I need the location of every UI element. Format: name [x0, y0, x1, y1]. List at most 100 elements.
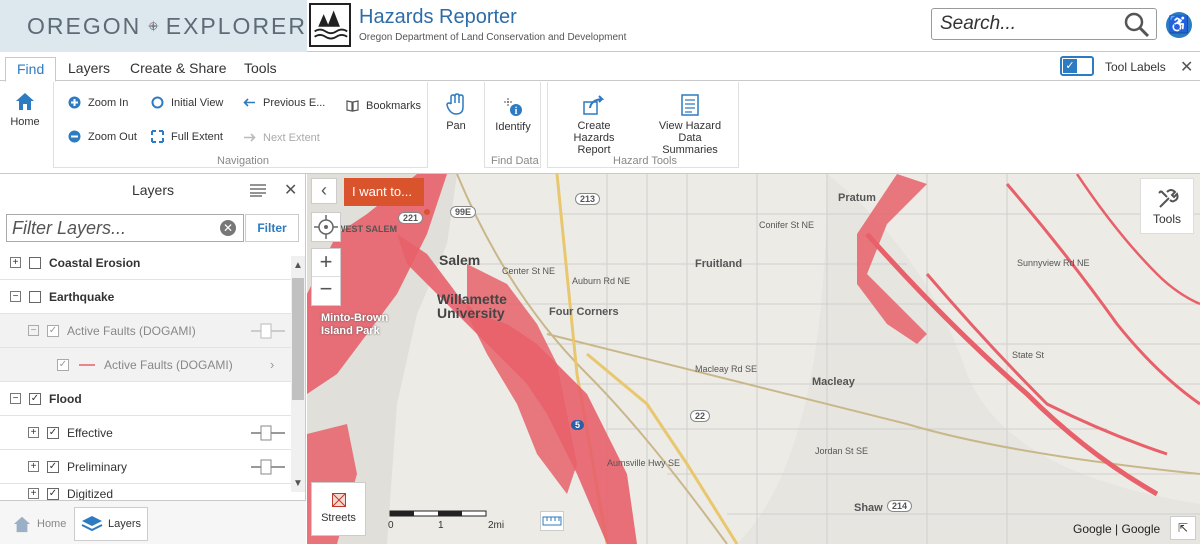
- layer-name: Coastal Erosion: [49, 255, 141, 270]
- share-report-icon: [583, 95, 605, 115]
- layer-checkbox-checked[interactable]: ✓: [47, 488, 59, 500]
- zoom-control: + −: [311, 248, 341, 306]
- logo-text-left: OREGON: [27, 12, 142, 39]
- layer-checkbox-checked[interactable]: ✓: [57, 358, 69, 371]
- scale-units-button[interactable]: [540, 511, 564, 531]
- fault-line-icon: [79, 364, 95, 366]
- collapse-icon[interactable]: −: [10, 393, 21, 404]
- layer-row-preliminary[interactable]: + ✓ Preliminary: [0, 450, 291, 484]
- layer-row-earthquake[interactable]: − Earthquake: [0, 280, 291, 314]
- layer-checkbox[interactable]: [29, 290, 41, 303]
- map-zoom-in-icon[interactable]: +: [312, 249, 340, 277]
- menu-icon[interactable]: [250, 183, 266, 197]
- document-icon: [681, 94, 699, 116]
- map-tools-label: Tools: [1152, 212, 1181, 226]
- previous-extent-button[interactable]: Previous E...: [243, 96, 325, 109]
- layers-scrollbar[interactable]: ▲ ▼: [291, 256, 305, 492]
- map-zoom-out-icon[interactable]: −: [312, 277, 340, 305]
- logo-text-right: EXPLORER: [165, 12, 307, 39]
- layers-icon: [81, 516, 103, 532]
- collapse-corner-icon[interactable]: ⇱: [1170, 516, 1196, 540]
- close-icon[interactable]: ✕: [1180, 57, 1193, 77]
- footer-home-button[interactable]: Home: [6, 507, 72, 541]
- layer-row-digitized[interactable]: + ✓ Digitized: [0, 484, 291, 500]
- layer-row-active-faults-sublayer[interactable]: ✓ Active Faults (DOGAMI) ›: [0, 348, 291, 382]
- collapse-icon[interactable]: −: [28, 325, 39, 336]
- layer-checkbox-checked[interactable]: ✓: [47, 324, 59, 337]
- map-label-willamette-university: Willamette University: [437, 292, 507, 320]
- initial-view-button[interactable]: Initial View: [151, 96, 223, 109]
- opacity-slider[interactable]: [251, 425, 285, 441]
- collapse-panel-icon[interactable]: ‹: [311, 178, 337, 204]
- layer-row-effective[interactable]: + ✓ Effective: [0, 416, 291, 450]
- close-panel-icon[interactable]: ✕: [284, 180, 297, 200]
- layer-row-coastal-erosion[interactable]: + Coastal Erosion: [0, 246, 291, 280]
- layer-row-active-faults[interactable]: − ✓ Active Faults (DOGAMI): [0, 314, 291, 348]
- panel-footer: Home Layers: [0, 500, 306, 544]
- accessibility-icon[interactable]: ♿: [1166, 12, 1192, 38]
- opacity-slider[interactable]: [251, 323, 285, 339]
- scroll-down-icon[interactable]: ▼: [293, 478, 303, 489]
- scroll-up-icon[interactable]: ▲: [293, 260, 303, 271]
- create-hazards-report-button[interactable]: Create Hazards Report: [556, 94, 632, 156]
- layer-checkbox-checked[interactable]: ✓: [29, 392, 41, 405]
- layer-checkbox[interactable]: [29, 256, 41, 269]
- expand-icon[interactable]: +: [10, 257, 21, 268]
- app-title: Hazards Reporter: [359, 6, 517, 28]
- oregon-explorer-logo[interactable]: OREGON EXPLORER: [0, 0, 307, 52]
- layer-checkbox-checked[interactable]: ✓: [47, 460, 59, 473]
- map-label-center-st: Center St NE: [502, 266, 556, 276]
- home-button[interactable]: Home: [8, 90, 42, 128]
- identify-icon: i: [504, 98, 522, 117]
- chevron-right-icon[interactable]: ›: [270, 357, 274, 372]
- filter-button[interactable]: Filter: [245, 214, 299, 242]
- tab-tools[interactable]: Tools: [233, 57, 288, 82]
- highway-221-shield: 221: [398, 212, 424, 224]
- i-want-to-button[interactable]: I want to...: [344, 178, 424, 206]
- locate-button[interactable]: [311, 212, 341, 242]
- highway-22-shield: 22: [690, 410, 711, 422]
- map-label-state-st: State St: [1012, 350, 1045, 360]
- bookmarks-button[interactable]: Bookmarks: [346, 99, 421, 112]
- tab-find[interactable]: Find: [5, 57, 57, 82]
- map-label-west-salem: WEST SALEM: [337, 224, 397, 234]
- clear-filter-icon[interactable]: ✕: [220, 220, 236, 236]
- expand-icon[interactable]: +: [28, 427, 39, 438]
- scrollbar-thumb[interactable]: [292, 278, 304, 400]
- scale-label-2mi: 2mi: [488, 520, 505, 531]
- full-extent-button[interactable]: Full Extent: [151, 130, 223, 143]
- map-label-conifer-st: Conifer St NE: [759, 220, 815, 230]
- identify-button[interactable]: i Identify: [490, 97, 536, 133]
- map-tools-button[interactable]: Tools: [1140, 178, 1194, 234]
- highway-99e-shield: 99E: [450, 206, 477, 218]
- map-label-macleay: Macleay: [812, 376, 855, 388]
- tab-create-share[interactable]: Create & Share: [119, 57, 238, 82]
- collapse-icon[interactable]: −: [10, 291, 21, 302]
- map-label-minto-brown: Minto-Brown Island Park: [321, 312, 388, 338]
- pan-button[interactable]: Pan: [440, 92, 472, 132]
- expand-icon[interactable]: +: [28, 488, 39, 499]
- map-view[interactable]: Salem Willamette University Minto-Brown …: [307, 174, 1200, 544]
- opacity-slider[interactable]: [251, 459, 285, 475]
- zoom-out-button[interactable]: Zoom Out: [68, 130, 137, 143]
- home-icon: [16, 93, 34, 110]
- basemap-streets-button[interactable]: Streets: [311, 482, 366, 536]
- map-label-jordan-st: Jordan St SE: [815, 446, 869, 456]
- layer-row-flood[interactable]: − ✓ Flood: [0, 382, 291, 416]
- identify-label: Identify: [495, 121, 531, 133]
- tool-labels-toggle[interactable]: ✓: [1060, 56, 1094, 76]
- create-hazards-report-label-1: Create Hazards: [573, 120, 615, 144]
- zoom-in-button[interactable]: Zoom In: [68, 96, 128, 109]
- tab-layers[interactable]: Layers: [57, 57, 121, 82]
- map-label-macleay-rd: Macleay Rd SE: [695, 364, 758, 374]
- map-label-salem: Salem: [439, 252, 481, 268]
- footer-layers-button[interactable]: Layers: [74, 507, 149, 541]
- next-extent-button[interactable]: Next Extent: [243, 131, 320, 144]
- filter-layers-input[interactable]: Filter Layers...: [6, 214, 244, 242]
- view-hazard-summaries-button[interactable]: View Hazard Data Summaries: [650, 94, 730, 156]
- footer-home-label: Home: [37, 518, 67, 530]
- full-extent-icon: [151, 130, 164, 143]
- layer-checkbox-checked[interactable]: ✓: [47, 426, 59, 439]
- expand-icon[interactable]: +: [28, 461, 39, 472]
- search-icon[interactable]: [1124, 12, 1150, 38]
